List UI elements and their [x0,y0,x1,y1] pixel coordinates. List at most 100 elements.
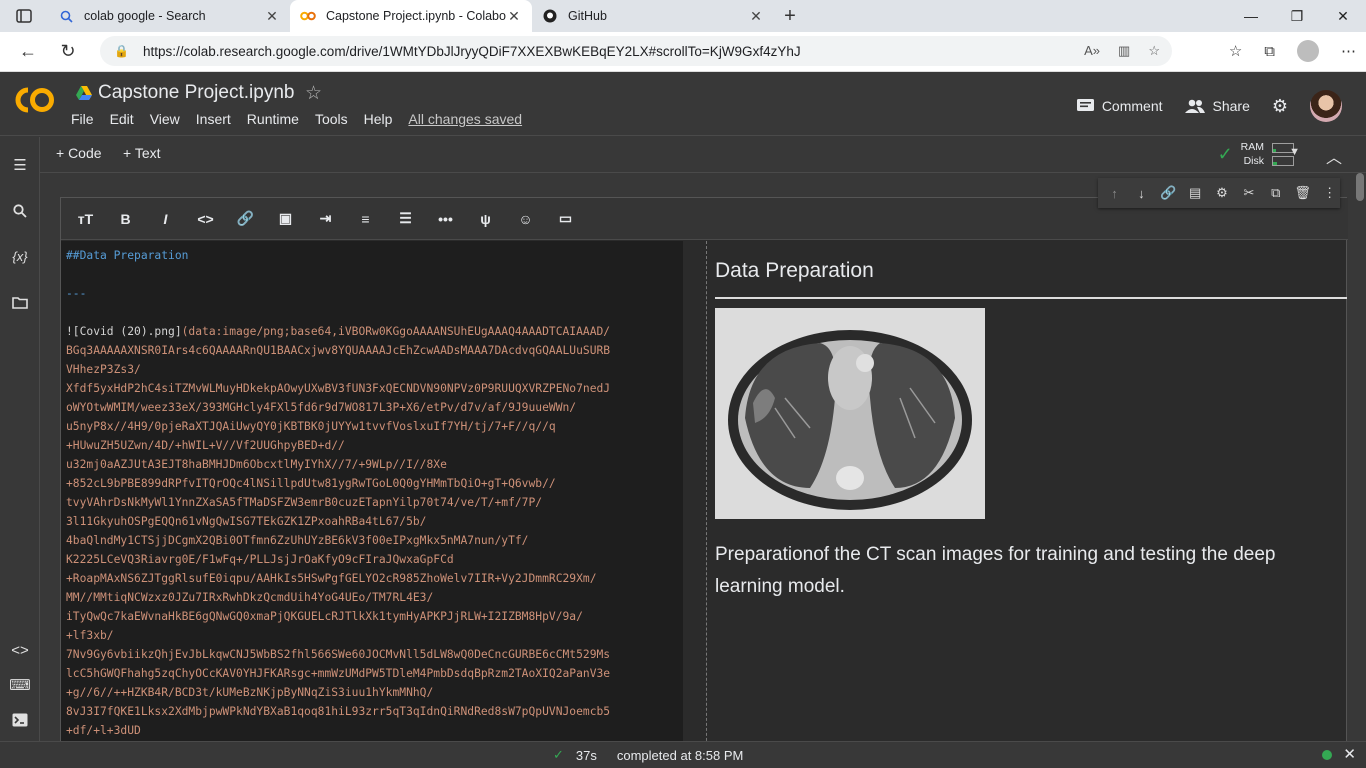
menu-view[interactable]: View [150,111,180,127]
minimize-icon[interactable]: — [1228,0,1274,32]
edit-mirror-icon[interactable]: ✂ [1238,185,1259,201]
preview-heading: Data Preparation [715,259,1347,299]
immersive-reader-icon[interactable]: ▥ [1118,43,1130,59]
tab-title: GitHub [568,9,607,23]
browser-tab-colab[interactable]: Capstone Project.ipynb - Colabor ✕ [290,0,532,32]
close-window-icon[interactable]: ✕ [1320,0,1366,32]
menu-edit[interactable]: Edit [110,111,134,127]
close-statusbar-icon[interactable]: ✕ [1343,745,1356,763]
resource-monitor[interactable]: ✓ RAM Disk [1218,140,1294,168]
add-favorite-icon[interactable]: ☆ [1148,43,1160,59]
new-tab-button[interactable]: + [774,0,806,32]
share-button[interactable]: Share [1184,98,1250,114]
status-bar: ✓ 37s completed at 8:58 PM ✕ [0,741,1366,768]
tab-actions-icon[interactable] [0,0,48,32]
google-drive-icon[interactable] [76,86,92,100]
bold-icon[interactable]: B [115,211,136,227]
code-icon[interactable]: <> [195,211,216,227]
restore-icon[interactable]: ❐ [1274,0,1320,32]
preview-toggle-icon[interactable]: ▭ [555,210,576,227]
menu-runtime[interactable]: Runtime [247,111,299,127]
tab-title: Capstone Project.ipynb - Colabor [326,9,506,23]
horizontal-rule-icon[interactable]: ••• [435,211,456,227]
add-text-button[interactable]: + Text [123,145,161,161]
source-base64-line: 7Nv9Gy6vbiikzQhjEvJbLkqwCNJ5WbBS2fhl566S… [66,648,611,661]
share-label: Share [1212,98,1250,114]
notebook-title[interactable]: Capstone Project.ipynb [98,82,294,104]
folder-icon[interactable] [0,287,40,317]
scrollbar[interactable] [1354,173,1366,741]
link-to-cell-icon[interactable]: 🔗 [1158,185,1179,201]
browser-tab-github[interactable]: GitHub ✕ [532,0,774,32]
github-icon [542,8,558,24]
comment-button[interactable]: Comment [1076,98,1163,114]
source-base64-line: Xfdf5yxHdP2hC4siTZMvWLMuyHDkekpAOwyUXwBV… [66,382,611,395]
collapse-header-icon[interactable]: ︿ [1326,144,1342,168]
settings-gear-icon[interactable]: ⚙ [1272,96,1288,117]
close-tab-icon[interactable]: ✕ [264,8,280,25]
image-icon[interactable]: ▣ [275,210,296,227]
text-cell[interactable]: тT B I <> 🔗 ▣ ⇥ ≡ ☰ ••• ψ ☺ ▭ ##Data Pre… [60,197,1348,741]
favorites-icon[interactable]: ☆ [1229,42,1242,60]
close-tab-icon[interactable]: ✕ [748,8,764,25]
source-base64-line: +g//6//++HZKB4R/BCD3t/kUMeBzNKjpByNNqZiS… [66,686,434,699]
source-base64-line: 8vJ3I7fQKE1Lksx2XdMbjpwWPkNdYBXaB1qoq81h… [66,705,611,718]
avatar[interactable] [1310,90,1342,122]
source-heading: ##Data Preparation [66,249,189,262]
source-base64-line: MM//MMtiqNCWzxz0JZu7IRxRwhDkzQcmdUih4YoG… [66,591,434,604]
ct-scan-image [715,308,985,519]
more-icon[interactable]: ⋯ [1341,42,1356,60]
source-base64-line: +RoapMAxNS6ZJTggRlsufE0iqpu/AAHkIs5HSwPg… [66,572,597,585]
command-palette-icon[interactable]: ⌨ [0,670,40,700]
indent-icon[interactable]: ⇥ [315,210,336,227]
source-base64-line: iTyQwQc7kaEWvnaHkBE6gQNwGQ0xmaPjQKGUELcR… [66,610,583,623]
source-base64-line: +HUwuZH5UZwn/4D/+hWIL+V//Vf2UUGhpyBED+d/… [66,439,345,452]
success-check-icon: ✓ [553,747,564,762]
terminal-icon[interactable] [0,705,40,735]
text-size-icon[interactable]: тT [75,211,96,227]
menu-tools[interactable]: Tools [315,111,348,127]
source-base64-line: +df/+l+3dUD [66,724,141,737]
move-up-icon[interactable]: ↑ [1104,186,1125,201]
numbered-list-icon[interactable]: ≡ [355,211,376,227]
profile-icon[interactable] [1297,40,1319,62]
italic-icon[interactable]: I [155,211,176,227]
colab-logo-icon[interactable] [14,86,56,114]
delete-icon[interactable]: 🗑 [1292,185,1313,201]
close-tab-icon[interactable]: ✕ [506,8,522,25]
source-hr: --- [66,287,87,300]
save-status[interactable]: All changes saved [408,111,522,127]
latex-psi-icon[interactable]: ψ [475,211,496,227]
refresh-icon[interactable]: ↻ [48,34,88,70]
url-text[interactable]: https://colab.research.google.com/drive/… [143,44,1084,59]
menu-file[interactable]: File [71,111,94,127]
back-icon[interactable]: ← [8,34,48,70]
link-icon[interactable]: 🔗 [235,210,256,227]
search-icon[interactable] [0,196,40,226]
menu-insert[interactable]: Insert [196,111,231,127]
star-icon[interactable]: ☆ [305,82,322,105]
collections-icon[interactable]: ⧉ [1264,43,1275,60]
code-snippets-icon[interactable]: <> [0,635,40,665]
completion-time[interactable]: completed at 8:58 PM [617,748,743,763]
variables-icon[interactable]: {x} [0,241,40,271]
markdown-editor[interactable]: ##Data Preparation --- ![Covid (20).png]… [61,241,683,741]
cell-settings-gear-icon[interactable]: ⚙ [1212,185,1233,201]
copy-to-tab-icon[interactable]: ⧉ [1265,185,1286,201]
lock-icon: 🔒 [114,44,129,58]
bulleted-list-icon[interactable]: ☰ [395,210,416,227]
table-of-contents-icon[interactable]: ☰ [0,150,40,180]
browser-tab-search[interactable]: colab google - Search ✕ [48,0,290,32]
browser-tab-bar: colab google - Search ✕ Capstone Project… [0,0,1366,32]
notebook-main: тT B I <> 🔗 ▣ ⇥ ≡ ☰ ••• ψ ☺ ▭ ##Data Pre… [40,173,1354,741]
add-comment-icon[interactable]: ▤ [1185,185,1206,201]
add-code-button[interactable]: + Code [56,145,102,161]
move-down-icon[interactable]: ↓ [1131,186,1152,201]
emoji-icon[interactable]: ☺ [515,211,536,227]
more-vert-icon[interactable]: ⋮ [1319,185,1340,201]
menu-help[interactable]: Help [364,111,393,127]
source-base64-line: K2225LCeVQ3Riavrg0E/F1wFq+/PLLJsjJrOaKfy… [66,553,454,566]
read-aloud-icon[interactable]: A» [1084,43,1100,59]
chevron-down-icon[interactable]: ▼ [1289,146,1300,158]
address-bar[interactable]: 🔒 https://colab.research.google.com/driv… [100,36,1172,66]
